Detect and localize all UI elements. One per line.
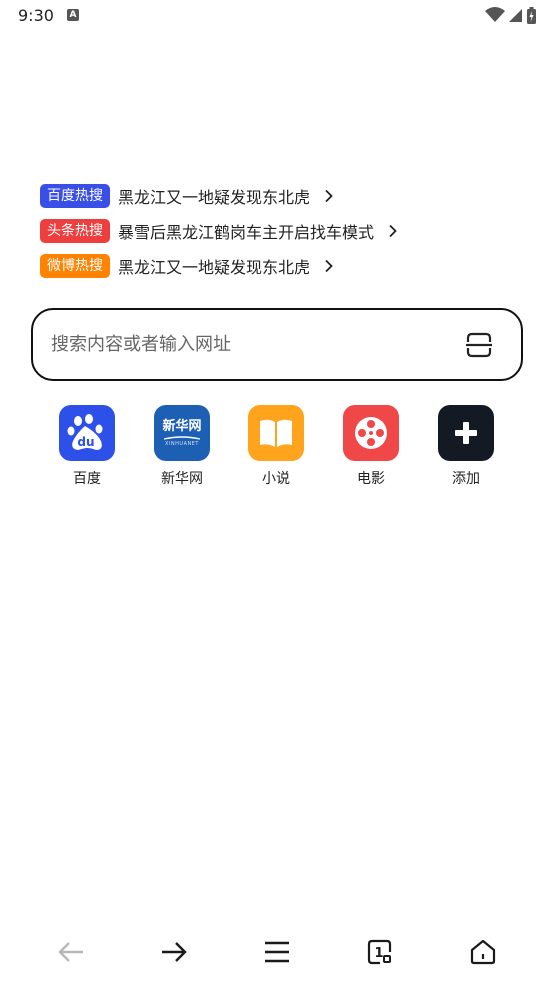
shortcut-label: 添加 [452, 471, 480, 487]
tabs-button[interactable]: 1 [360, 934, 400, 970]
shortcut-movie[interactable]: 电影 [331, 405, 411, 488]
search-input[interactable] [33, 310, 461, 379]
book-icon [248, 405, 304, 461]
hot-title: 黑龙江又一地疑发现东北虎 [118, 258, 311, 277]
hot-badge: 百度热搜 [40, 184, 110, 208]
xinhua-logo-subtext: XINHUANET [165, 441, 199, 447]
hot-search-item-baidu[interactable]: 百度热搜 黑龙江又一地疑发现东北虎 [40, 183, 520, 209]
shortcut-label: 电影 [357, 471, 385, 487]
menu-icon [265, 941, 289, 963]
back-button[interactable] [51, 934, 91, 970]
scan-button[interactable] [461, 327, 497, 363]
chevron-right-icon [325, 259, 333, 273]
hot-title: 黑龙江又一地疑发现东北虎 [118, 188, 311, 207]
home-icon [470, 939, 496, 965]
status-time: 9:30 [18, 6, 54, 25]
arrow-left-icon [58, 942, 83, 962]
chevron-right-icon [325, 189, 333, 203]
signal-icon [509, 9, 522, 22]
battery-icon [527, 6, 536, 24]
shortcut-novel[interactable]: 小说 [236, 405, 316, 488]
arrow-right-icon [162, 942, 187, 962]
forward-button[interactable] [154, 934, 194, 970]
hot-badge: 头条热搜 [40, 219, 110, 243]
bottom-nav: 1 [0, 926, 554, 978]
shortcut-label: 小说 [262, 471, 290, 487]
chevron-right-icon [389, 224, 397, 238]
hot-search-item-weibo[interactable]: 微博热搜 黑龙江又一地疑发现东北虎 [40, 253, 520, 279]
shortcut-label: 百度 [73, 471, 101, 487]
shortcut-xinhua[interactable]: 新华网 XINHUANET 新华网 [142, 405, 222, 488]
notification-icon: A [67, 9, 79, 21]
shortcut-baidu[interactable]: du 百度 [47, 405, 127, 488]
tabs-icon: 1 [367, 939, 392, 965]
svg-text:du: du [77, 435, 94, 449]
film-reel-icon [343, 405, 399, 461]
xinhua-logo-text: 新华网 [162, 419, 202, 434]
wifi-icon [485, 7, 505, 22]
xinhua-logo-icon: 新华网 XINHUANET [154, 405, 210, 461]
status-bar: 9:30 A [0, 0, 554, 32]
hot-search-list: 百度热搜 黑龙江又一地疑发现东北虎 头条热搜 暴雪后黑龙江鹤岗车主开启找车模式 … [40, 183, 520, 288]
search-box [31, 308, 523, 381]
home-button[interactable] [463, 934, 503, 970]
menu-button[interactable] [257, 934, 297, 970]
scan-icon [466, 332, 492, 357]
plus-icon [438, 405, 494, 461]
tab-count: 1 [374, 946, 383, 961]
hot-badge: 微博热搜 [40, 254, 110, 278]
hot-search-item-toutiao[interactable]: 头条热搜 暴雪后黑龙江鹤岗车主开启找车模式 [40, 218, 520, 244]
shortcut-add[interactable]: 添加 [426, 405, 506, 488]
status-icons [485, 6, 536, 24]
baidu-paw-icon: du [59, 405, 115, 461]
shortcut-label: 新华网 [161, 471, 203, 487]
hot-title: 暴雪后黑龙江鹤岗车主开启找车模式 [118, 223, 375, 242]
